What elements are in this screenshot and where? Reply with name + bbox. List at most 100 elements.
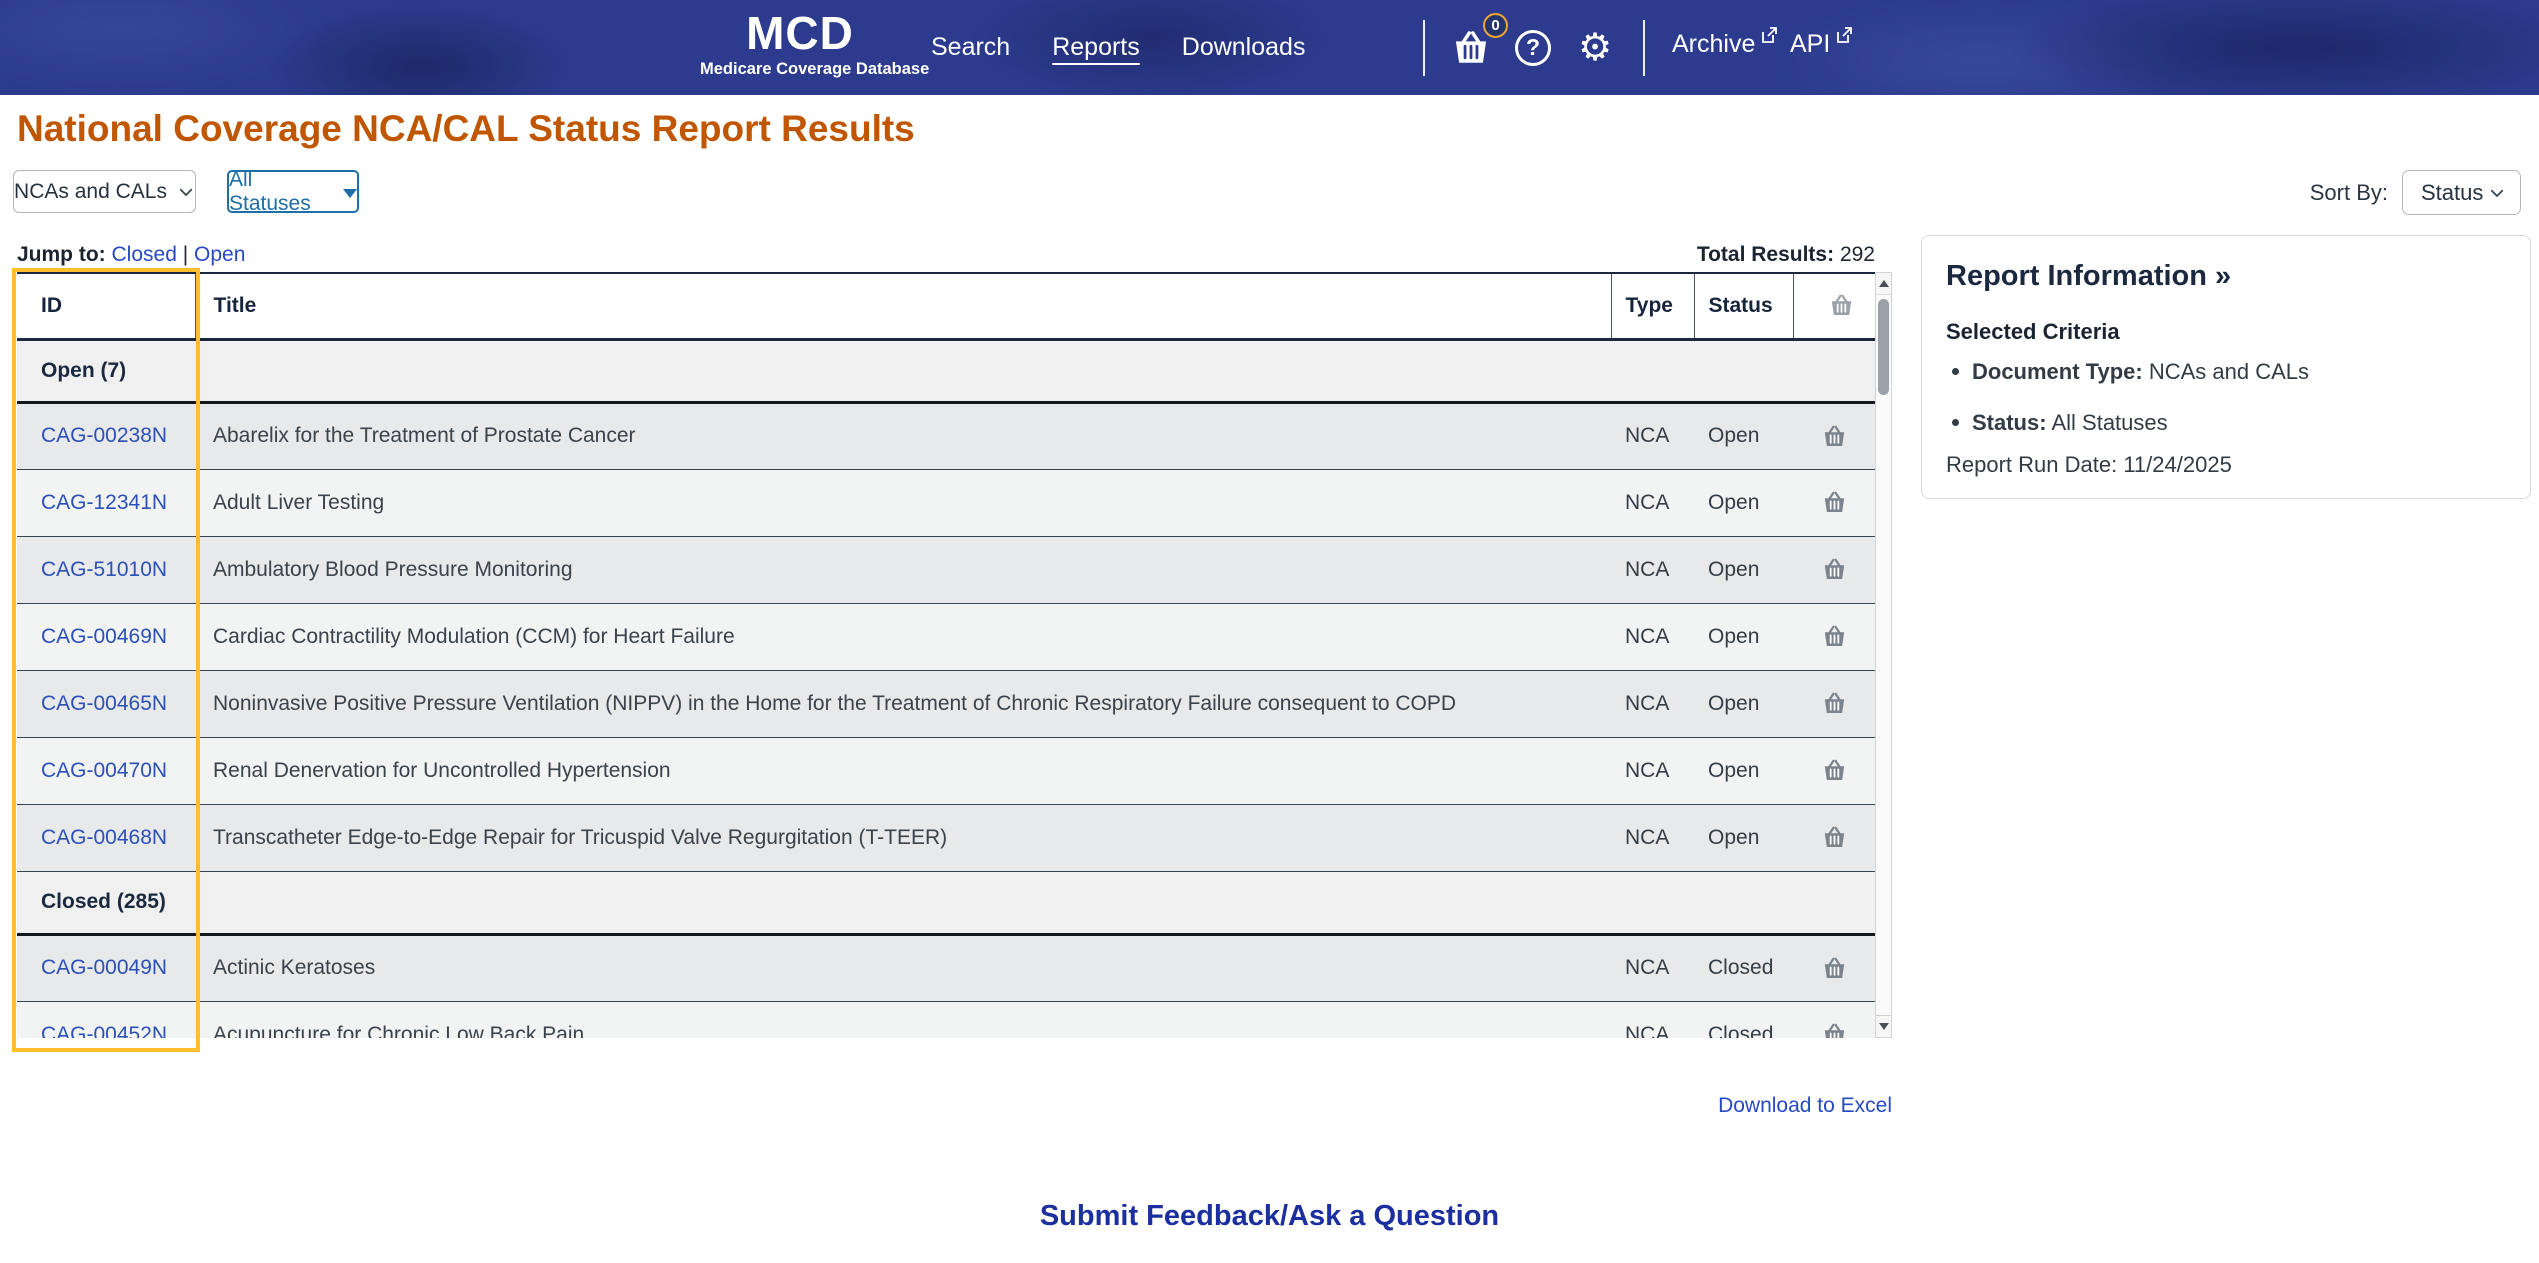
document-title: Abarelix for the Treatment of Prostate C…	[195, 402, 1611, 470]
mcd-logo-title: MCD	[746, 7, 854, 59]
document-title: Renal Denervation for Uncontrolled Hyper…	[195, 737, 1611, 805]
jump-to-open-link[interactable]: Open	[194, 243, 245, 266]
nav-api[interactable]: API	[1790, 0, 1853, 95]
criteria-label: Document Type:	[1972, 359, 2143, 384]
add-to-basket-icon[interactable]	[1821, 623, 1848, 650]
result-row: CAG-00049N Actinic Keratoses NCA Closed	[17, 934, 1875, 1002]
document-title: Actinic Keratoses	[195, 934, 1611, 1002]
download-to-excel-link[interactable]: Download to Excel	[1718, 1094, 1892, 1118]
sort-by-label: Sort By:	[2309, 179, 2388, 205]
status-filter-dropdown[interactable]: All Statuses	[227, 168, 359, 215]
sort-by-control: Sort By: Status	[2310, 170, 2521, 215]
add-to-basket-icon[interactable]	[1821, 955, 1848, 982]
api-label: API	[1790, 30, 1831, 58]
results-table-body: Open (7) CAG-00238N Abarelix for the Treat…	[17, 339, 1875, 1038]
add-to-basket-icon[interactable]	[1821, 1021, 1848, 1038]
document-id-link[interactable]: CAG-00468N	[41, 826, 167, 849]
document-id-link[interactable]: CAG-00470N	[41, 759, 167, 782]
basket-count-badge: 0	[1483, 12, 1508, 38]
group-header-row: Open (7)	[17, 339, 1875, 404]
document-title: Noninvasive Positive Pressure Ventilatio…	[195, 670, 1611, 738]
add-to-basket-icon[interactable]	[1821, 489, 1848, 516]
document-type: NCA	[1611, 670, 1694, 738]
result-row: CAG-00452N Acupuncture for Chronic Low Ba…	[17, 1001, 1875, 1038]
document-type: NCA	[1611, 804, 1694, 872]
document-status: Closed	[1694, 1001, 1793, 1038]
add-to-basket-icon[interactable]	[1821, 690, 1848, 717]
jump-to-label: Jump to:	[17, 243, 106, 266]
settings-button[interactable]: ⚙	[1578, 0, 1612, 95]
page-title: National Coverage NCA/CAL Status Report …	[17, 108, 915, 149]
basket-cell	[1793, 603, 1875, 671]
mcd-logo[interactable]: MCD Medicare Coverage Database	[700, 7, 929, 79]
column-header-type[interactable]: Type	[1610, 273, 1694, 341]
document-id-link[interactable]: CAG-51010N	[41, 558, 167, 581]
document-id-link[interactable]: CAG-00049N	[41, 956, 167, 979]
document-type-dropdown[interactable]: NCAs and CALs	[13, 170, 196, 213]
table-header-row: ID Title Type Status	[17, 273, 1875, 341]
gear-icon: ⚙	[1578, 26, 1613, 69]
column-header-status[interactable]: Status	[1693, 273, 1793, 341]
jump-to: Jump to: Closed | Open	[17, 243, 245, 267]
result-row: CAG-00468N Transcatheter Edge-to-Edge Rep…	[17, 804, 1875, 872]
document-type: NCA	[1611, 536, 1694, 604]
basket-button[interactable]: 0	[1450, 0, 1508, 95]
results-table-viewport: ID Title Type Status Open (7) CAG-00238N…	[17, 272, 1875, 1038]
result-row: CAG-00238N Abarelix for the Treatment of …	[17, 402, 1875, 470]
criteria-value: All Statuses	[2051, 410, 2168, 435]
document-id-link[interactable]: CAG-00238N	[41, 424, 167, 447]
nav-reports[interactable]: Reports	[1052, 33, 1140, 62]
archive-label: Archive	[1672, 30, 1756, 58]
document-status: Open	[1694, 603, 1793, 671]
document-type: NCA	[1611, 737, 1694, 805]
submit-feedback-link[interactable]: Submit Feedback/Ask a Question	[1040, 1200, 1499, 1232]
main-nav: Search Reports Downloads	[931, 0, 1305, 95]
selected-criteria-heading: Selected Criteria	[1946, 319, 2120, 344]
nav-archive[interactable]: Archive	[1672, 0, 1778, 95]
external-link-icon	[1762, 27, 1778, 43]
id-cell: CAG-00465N	[17, 670, 195, 738]
document-id-link[interactable]: CAG-00469N	[41, 625, 167, 648]
criteria-list: Document Type: NCAs and CALs Status: All…	[1946, 359, 2506, 436]
add-to-basket-icon[interactable]	[1821, 423, 1848, 450]
column-header-basket[interactable]	[1792, 273, 1875, 341]
document-status: Open	[1694, 737, 1793, 805]
group-label: Open (7)	[17, 339, 1875, 404]
result-row: CAG-51010N Ambulatory Blood Pressure Moni…	[17, 536, 1875, 604]
basket-cell	[1793, 804, 1875, 872]
document-status: Closed	[1694, 934, 1793, 1002]
document-title: Ambulatory Blood Pressure Monitoring	[195, 536, 1611, 604]
criteria-item: Status: All Statuses	[1946, 410, 2506, 436]
add-to-basket-icon[interactable]	[1821, 824, 1848, 851]
arrow-down-icon	[1878, 1023, 1889, 1030]
group-label: Closed (285)	[17, 871, 1875, 936]
report-run-date: Report Run Date: 11/24/2025	[1946, 452, 2232, 478]
scrollbar-up-button[interactable]	[1876, 273, 1891, 295]
result-row: CAG-00465N Noninvasive Positive Pressure …	[17, 670, 1875, 738]
report-information-heading[interactable]: Report Information »	[1946, 260, 2506, 293]
id-cell: CAG-00469N	[17, 603, 195, 671]
nav-downloads[interactable]: Downloads	[1182, 33, 1306, 62]
document-type: NCA	[1611, 934, 1694, 1002]
table-scrollbar[interactable]	[1875, 272, 1892, 1038]
page: MCD Medicare Coverage Database Search Re…	[0, 0, 2539, 1263]
scrollbar-down-button[interactable]	[1876, 1015, 1891, 1037]
document-id-link[interactable]: CAG-00452N	[41, 1023, 167, 1039]
document-type: NCA	[1611, 1001, 1694, 1038]
caret-down-icon	[343, 188, 357, 198]
column-header-title[interactable]: Title	[194, 273, 1611, 341]
scrollbar-thumb[interactable]	[1878, 299, 1889, 395]
result-row: CAG-00470N Renal Denervation for Uncontro…	[17, 737, 1875, 805]
column-header-id[interactable]: ID	[17, 273, 195, 341]
sort-by-select[interactable]: Status	[2402, 170, 2521, 215]
basket-icon	[1831, 294, 1851, 316]
document-id-link[interactable]: CAG-00465N	[41, 692, 167, 715]
total-results-label: Total Results:	[1696, 243, 1835, 266]
nav-search[interactable]: Search	[931, 33, 1010, 62]
add-to-basket-icon[interactable]	[1821, 556, 1848, 583]
id-cell: CAG-51010N	[17, 536, 195, 604]
add-to-basket-icon[interactable]	[1821, 757, 1848, 784]
document-id-link[interactable]: CAG-12341N	[41, 491, 167, 514]
help-button[interactable]: ?	[1515, 0, 1551, 95]
jump-to-closed-link[interactable]: Closed	[112, 243, 177, 266]
